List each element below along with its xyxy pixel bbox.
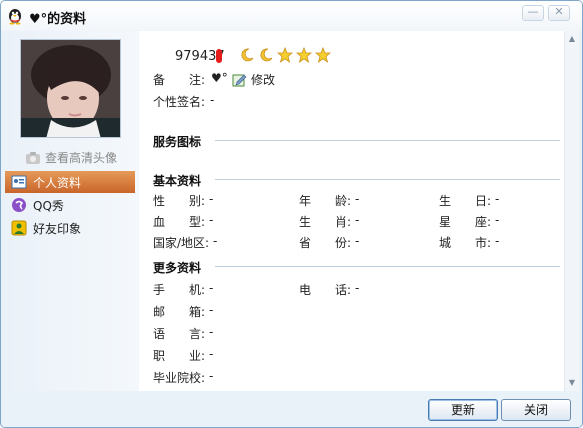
constellation-label: 星 座: (439, 215, 492, 229)
moon-icon (260, 48, 273, 62)
refresh-button[interactable]: 更新 (428, 399, 498, 421)
zodiac-animal-value: - (355, 213, 360, 227)
star-icon (277, 47, 293, 63)
section-divider (215, 266, 560, 267)
view-hd-avatar-label: 查看高清头像 (45, 151, 118, 165)
scroll-up-icon[interactable]: ▲ (566, 33, 578, 45)
age-value: - (355, 192, 360, 206)
qq-penguin-icon (9, 9, 21, 25)
camera-icon (26, 151, 40, 164)
qq-show-icon (12, 198, 26, 212)
remark-value: ♥° (211, 71, 228, 85)
friend-impression-icon (11, 220, 27, 236)
language-value: - (209, 325, 214, 339)
email-value: - (209, 303, 214, 317)
blood-type-value: - (209, 213, 214, 227)
scroll-down-icon[interactable]: ▼ (566, 377, 578, 389)
avatar-photo (21, 40, 120, 137)
section-more-info: 更多资料 (153, 261, 202, 275)
blood-type-label: 血 型: (153, 215, 206, 229)
content-scrollbar[interactable]: ▲ ▼ (564, 31, 579, 391)
occupation-label: 职 业: (153, 349, 206, 363)
country-label: 国家/地区: (153, 236, 210, 250)
close-window-button[interactable]: ✕ (548, 5, 570, 21)
zodiac-animal-label: 生 肖: (299, 215, 352, 229)
sidebar-item-label: 好友印象 (33, 221, 82, 236)
sidebar: 查看高清头像 个人资料 QQ秀 好友印象 (5, 31, 139, 391)
city-value: - (495, 234, 500, 248)
sidebar-item-friend-impression[interactable]: 好友印象 (5, 217, 135, 239)
redaction-mark (216, 49, 222, 63)
view-hd-avatar-link[interactable]: 查看高清头像 (25, 149, 117, 166)
section-basic-info: 基本资料 (153, 174, 202, 188)
mobile-value: - (209, 281, 214, 295)
star-icon (315, 47, 331, 63)
gender-label: 性 别: (153, 194, 206, 208)
school-label: 毕业院校: (153, 371, 206, 385)
edit-remark-label: 修改 (251, 73, 276, 87)
email-label: 邮 箱: (153, 305, 206, 319)
signature-value: - (210, 93, 215, 107)
edit-remark-button[interactable]: 修改 (232, 71, 275, 88)
section-service-icons: 服务图标 (153, 135, 202, 149)
section-divider (215, 140, 560, 141)
age-label: 年 龄: (299, 194, 352, 208)
sidebar-item-label: QQ秀 (33, 198, 64, 213)
city-label: 城 市: (439, 236, 492, 250)
province-label: 省 份: (299, 236, 352, 250)
moon-icon (241, 48, 254, 62)
footer-bar: 更新 关闭 (1, 391, 582, 427)
star-icon (296, 47, 312, 63)
edit-icon (232, 74, 247, 86)
province-value: - (355, 234, 360, 248)
title-bar: ♥°的资料 — ✕ (1, 1, 582, 31)
language-label: 语 言: (153, 327, 206, 341)
occupation-value: - (209, 347, 214, 361)
section-divider (215, 179, 560, 180)
school-value: - (209, 369, 214, 383)
profile-card-icon (11, 175, 27, 189)
gender-value: - (209, 192, 214, 206)
mobile-label: 手 机: (153, 283, 206, 297)
birthday-label: 生 日: (439, 194, 492, 208)
sidebar-item-profile[interactable]: 个人资料 (5, 171, 135, 193)
minimize-button[interactable]: — (522, 5, 544, 21)
window-title: ♥°的资料 (29, 12, 87, 27)
profile-content: 979437 备 注: ♥° 修改 个性签名: - 服务图标 基本资料 性 别:… (139, 31, 564, 391)
birthday-value: - (495, 192, 500, 206)
phone-label: 电 话: (299, 283, 352, 297)
profile-window: ♥°的资料 — ✕ 查看高清头像 个人资料 QQ秀 好友印象 979437 备 … (0, 0, 583, 428)
level-icons (239, 47, 331, 63)
sidebar-item-qq-show[interactable]: QQ秀 (5, 194, 135, 216)
phone-value: - (355, 281, 360, 295)
avatar[interactable] (20, 39, 121, 138)
country-value: - (213, 234, 218, 248)
constellation-value: - (495, 213, 500, 227)
remark-label: 备 注: (153, 73, 206, 87)
close-button[interactable]: 关闭 (501, 399, 571, 421)
sidebar-item-label: 个人资料 (33, 175, 82, 190)
signature-label: 个性签名: (153, 95, 206, 109)
